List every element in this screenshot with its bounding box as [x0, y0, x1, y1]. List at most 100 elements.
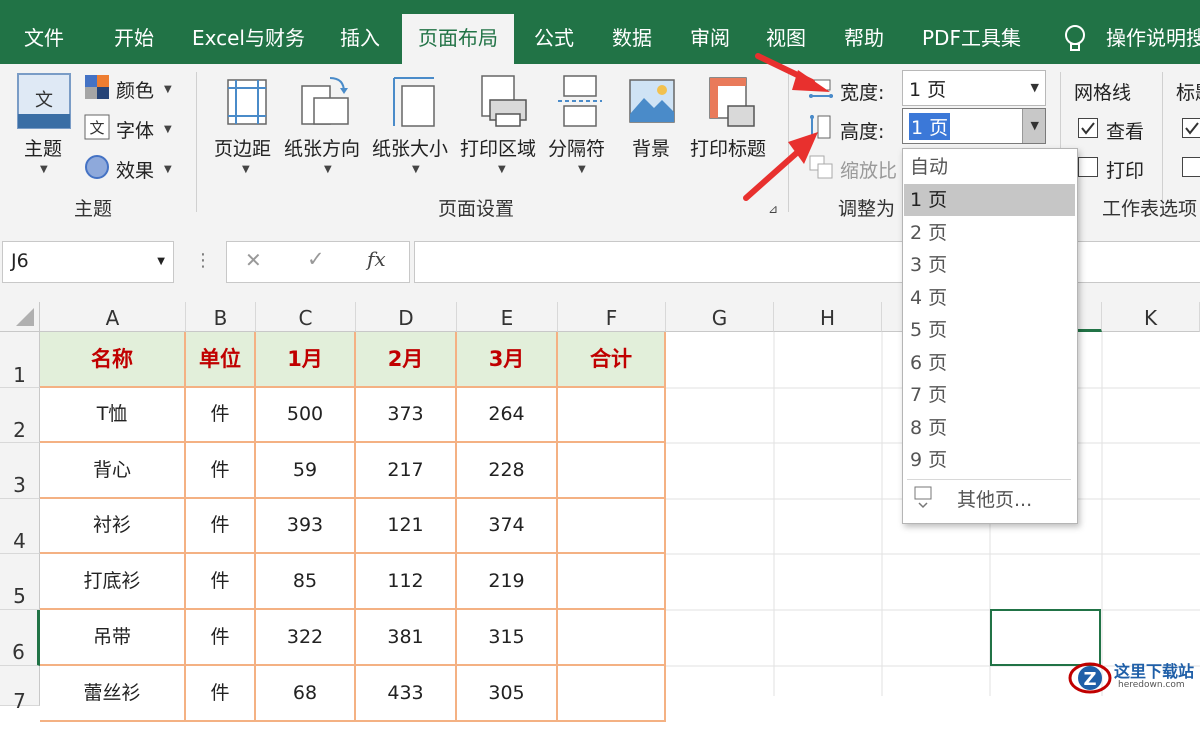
effects-button[interactable]: 效果 [116, 156, 154, 183]
table-cell[interactable]: 228 [457, 443, 558, 499]
column-header-h[interactable]: H [774, 302, 882, 332]
dropdown-option-3-pages[interactable]: 3 页 [904, 249, 1075, 281]
row-header-6[interactable]: 6 [0, 610, 40, 666]
tab-formulas[interactable]: 公式 [534, 0, 574, 64]
column-header-c[interactable]: C [256, 302, 356, 332]
row-header-7[interactable]: 7 [0, 666, 40, 713]
column-header-a[interactable]: A [40, 302, 186, 332]
headings-view-checkbox[interactable] [1182, 118, 1200, 138]
table-cell[interactable]: 件 [186, 554, 256, 610]
tab-data[interactable]: 数据 [612, 0, 652, 64]
fonts-dropdown-icon[interactable]: ▼ [164, 124, 172, 135]
table-cell[interactable]: 背心 [40, 443, 186, 499]
height-value[interactable]: 1 页 [909, 113, 951, 140]
orientation-button[interactable]: 纸张方向 [284, 134, 360, 161]
breaks-button[interactable]: 分隔符 [548, 134, 605, 161]
tab-pdf-tools[interactable]: PDF工具集 [922, 0, 1021, 64]
dropdown-option-7-pages[interactable]: 7 页 [904, 379, 1075, 411]
tab-page-layout[interactable]: 页面布局 [402, 14, 514, 64]
tell-me-search[interactable]: 操作说明搜 [1106, 0, 1200, 64]
background-icon[interactable] [628, 78, 676, 124]
row-header-4[interactable]: 4 [0, 499, 40, 554]
drag-handle-icon[interactable]: ⋮ [194, 250, 212, 271]
paper-size-button[interactable]: 纸张大小 [372, 134, 448, 161]
table-cell[interactable]: 322 [256, 610, 356, 666]
table-cell[interactable]: 件 [186, 610, 256, 666]
table-cell[interactable] [558, 388, 666, 443]
margins-icon[interactable] [226, 78, 268, 126]
print-area-button[interactable]: 打印区域 [460, 134, 536, 161]
row-header-5[interactable]: 5 [0, 554, 40, 610]
paper-size-dropdown-icon[interactable]: ▼ [412, 164, 420, 175]
table-header-cell[interactable]: 名称 [40, 332, 186, 388]
chevron-down-icon[interactable]: ▼ [157, 256, 165, 267]
breaks-dropdown-icon[interactable]: ▼ [578, 164, 586, 175]
column-header-e[interactable]: E [457, 302, 558, 332]
height-select[interactable]: 1 页 ▼ [902, 108, 1046, 144]
colors-icon[interactable] [84, 74, 110, 100]
table-cell[interactable] [558, 443, 666, 499]
table-cell[interactable]: 85 [256, 554, 356, 610]
gridlines-print-checkbox[interactable] [1078, 157, 1098, 177]
formula-input[interactable] [414, 241, 1200, 283]
colors-dropdown-icon[interactable]: ▼ [164, 84, 172, 95]
select-all-corner[interactable] [0, 302, 40, 332]
table-cell[interactable]: 315 [457, 610, 558, 666]
table-header-cell[interactable]: 1月 [256, 332, 356, 388]
table-cell[interactable]: 393 [256, 499, 356, 554]
table-cell[interactable]: 121 [356, 499, 457, 554]
column-header-k[interactable]: K [1102, 302, 1200, 332]
theme-dropdown-icon[interactable]: ▼ [40, 164, 48, 175]
table-header-cell[interactable]: 单位 [186, 332, 256, 388]
breaks-icon[interactable] [556, 74, 604, 128]
table-cell[interactable]: 264 [457, 388, 558, 443]
table-header-cell[interactable]: 3月 [457, 332, 558, 388]
theme-button[interactable]: 主题 [24, 134, 62, 161]
table-header-cell[interactable]: 2月 [356, 332, 457, 388]
margins-button[interactable]: 页边距 [214, 134, 271, 161]
table-cell[interactable]: 219 [457, 554, 558, 610]
table-cell[interactable]: 381 [356, 610, 457, 666]
table-cell[interactable] [558, 610, 666, 666]
dropdown-option-1-page[interactable]: 1 页 [904, 184, 1075, 216]
lightbulb-icon[interactable] [1064, 24, 1086, 54]
paper-size-icon[interactable] [390, 74, 438, 128]
row-header-1[interactable]: 1 [0, 332, 40, 388]
headings-print-checkbox[interactable] [1182, 157, 1200, 177]
table-cell[interactable]: 217 [356, 443, 457, 499]
dropdown-option-auto[interactable]: 自动 [904, 151, 1075, 183]
dropdown-option-9-pages[interactable]: 9 页 [904, 444, 1075, 476]
table-cell[interactable]: 68 [256, 666, 356, 722]
tab-insert[interactable]: 插入 [340, 0, 380, 64]
table-cell[interactable]: 件 [186, 666, 256, 722]
chevron-down-icon[interactable]: ▼ [1031, 81, 1039, 94]
table-cell[interactable]: 500 [256, 388, 356, 443]
orientation-icon[interactable] [300, 74, 350, 128]
table-cell[interactable]: 59 [256, 443, 356, 499]
tab-home[interactable]: 开始 [114, 0, 154, 64]
column-header-f[interactable]: F [558, 302, 666, 332]
table-cell[interactable]: 吊带 [40, 610, 186, 666]
table-cell[interactable]: 件 [186, 388, 256, 443]
table-cell[interactable]: 373 [356, 388, 457, 443]
width-select[interactable]: 1 页 ▼ [902, 70, 1046, 106]
print-area-dropdown-icon[interactable]: ▼ [498, 164, 506, 175]
table-cell[interactable]: 蕾丝衫 [40, 666, 186, 722]
table-header-cell[interactable]: 合计 [558, 332, 666, 388]
orientation-dropdown-icon[interactable]: ▼ [324, 164, 332, 175]
column-header-d[interactable]: D [356, 302, 457, 332]
column-header-b[interactable]: B [186, 302, 256, 332]
table-cell[interactable]: T恤 [40, 388, 186, 443]
dropdown-option-2-pages[interactable]: 2 页 [904, 217, 1075, 249]
dropdown-option-8-pages[interactable]: 8 页 [904, 412, 1075, 444]
fonts-button[interactable]: 字体 [116, 116, 154, 143]
effects-icon[interactable] [84, 154, 110, 180]
dropdown-option-more[interactable]: 其他页... [953, 484, 1073, 516]
table-cell[interactable] [558, 666, 666, 722]
theme-icon[interactable]: 文 [16, 72, 72, 130]
tab-excel-finance[interactable]: Excel与财务 [192, 0, 305, 64]
table-cell[interactable]: 112 [356, 554, 457, 610]
name-box[interactable]: J6 ▼ [2, 241, 174, 283]
table-cell[interactable] [558, 554, 666, 610]
table-cell[interactable] [558, 499, 666, 554]
